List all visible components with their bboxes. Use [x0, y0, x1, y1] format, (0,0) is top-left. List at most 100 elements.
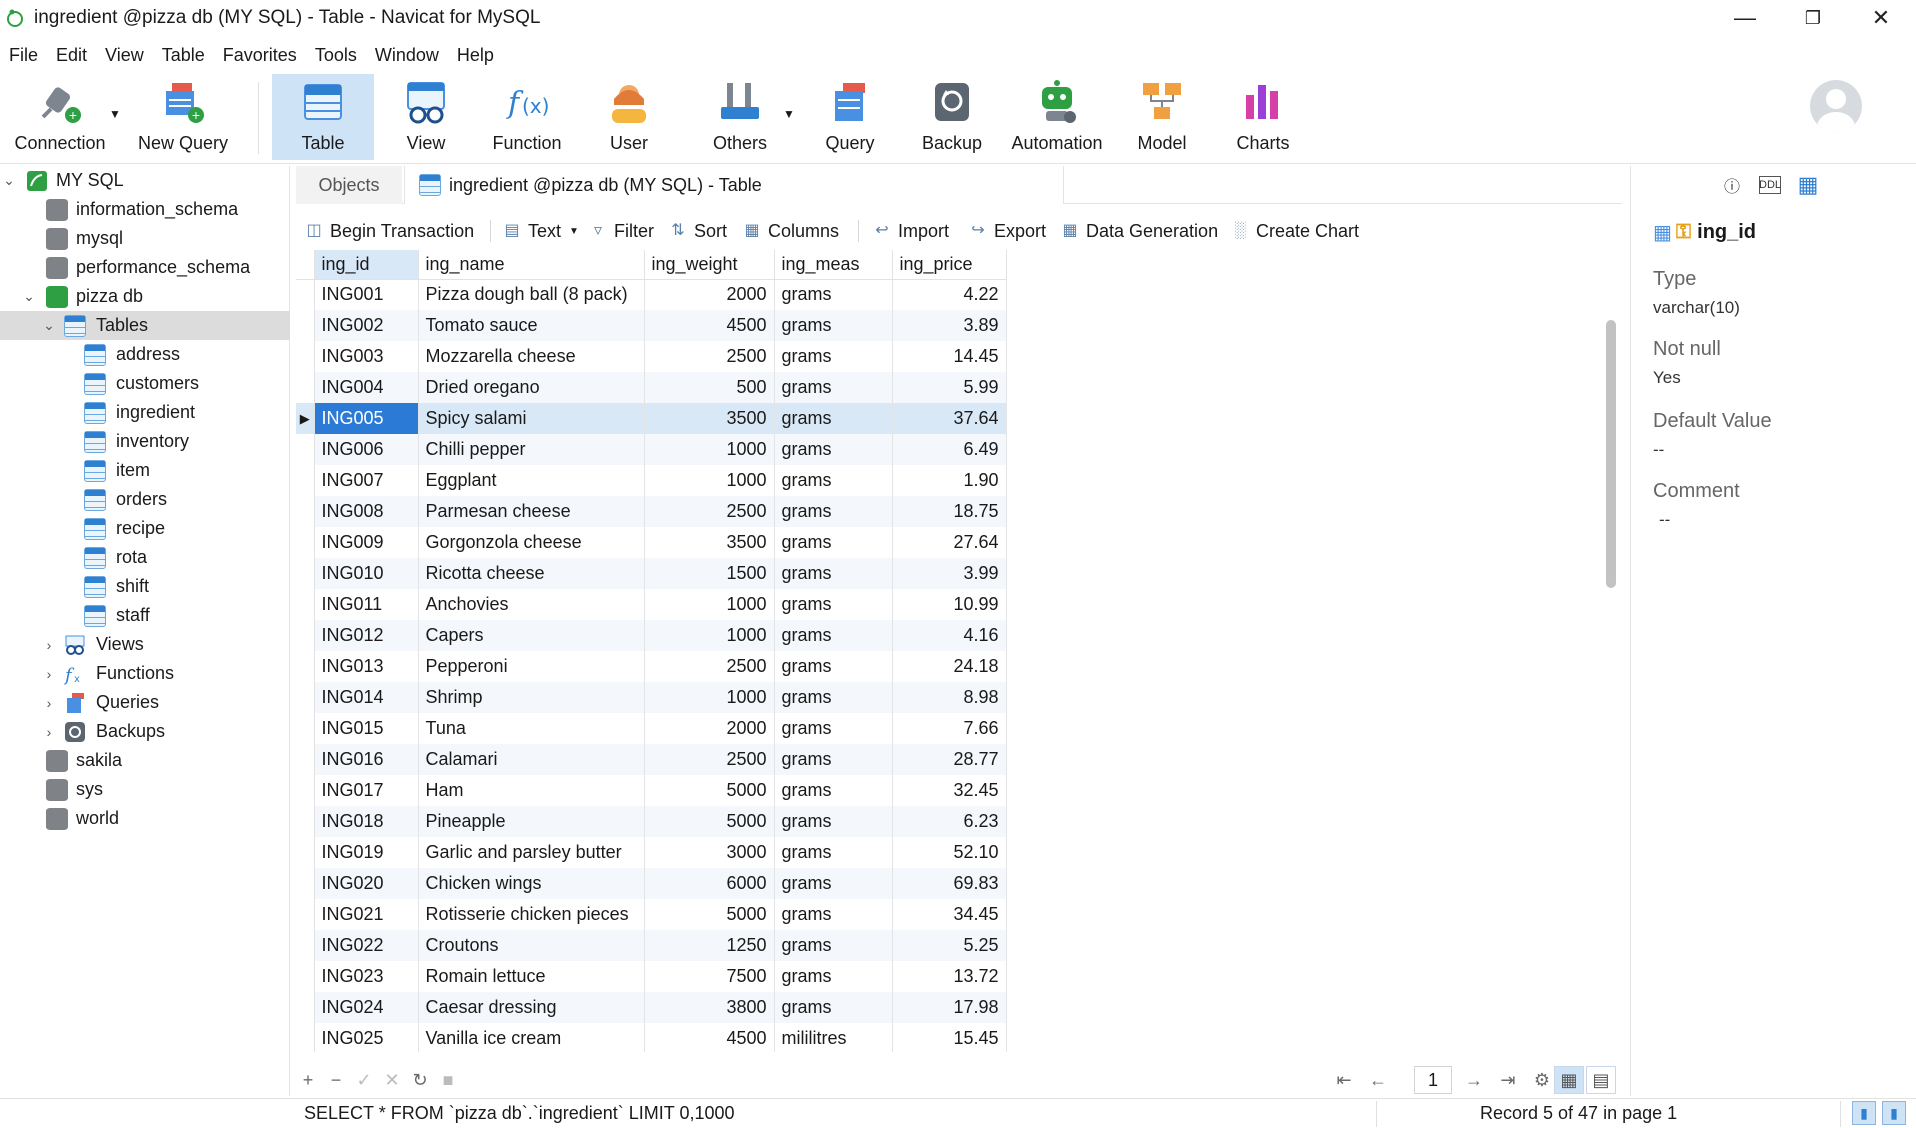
cell-ing-meas[interactable]: grams — [774, 558, 893, 589]
charts-button[interactable]: Charts — [1214, 74, 1312, 160]
table-row[interactable]: ING007 Eggplant 1000 grams 1.90 — [296, 465, 1007, 496]
cell-ing-price[interactable]: 13.72 — [892, 961, 1007, 992]
row-indicator[interactable] — [296, 744, 315, 775]
cell-ing-meas[interactable]: grams — [774, 403, 893, 434]
tree-table-recipe[interactable]: recipe — [0, 514, 290, 543]
cell-ing-meas[interactable]: grams — [774, 620, 893, 651]
cell-ing-name[interactable]: Vanilla ice cream — [418, 1023, 645, 1052]
cell-ing-meas[interactable]: grams — [774, 806, 893, 837]
cell-ing-price[interactable]: 4.22 — [892, 279, 1007, 310]
menu-view[interactable]: View — [96, 45, 153, 66]
table-row[interactable]: ING024 Caesar dressing 3800 grams 17.98 — [296, 992, 1007, 1023]
column-header-ing-name[interactable]: ing_name — [418, 250, 645, 280]
cell-ing-weight[interactable]: 3500 — [644, 403, 775, 434]
cell-ing-name[interactable]: Chilli pepper — [418, 434, 645, 465]
row-indicator[interactable] — [296, 558, 315, 589]
menu-edit[interactable]: Edit — [47, 45, 96, 66]
cell-ing-name[interactable]: Tuna — [418, 713, 645, 744]
tree-functions-folder[interactable]: › fx Functions — [0, 659, 290, 688]
query-button[interactable]: Query — [802, 74, 898, 160]
others-button[interactable]: Others — [688, 74, 792, 160]
cell-ing-name[interactable]: Rotisserie chicken pieces — [418, 899, 645, 930]
tree-db-sys[interactable]: sys — [0, 775, 290, 804]
grid-vertical-scrollbar[interactable] — [1604, 250, 1616, 1052]
row-indicator[interactable] — [296, 372, 315, 403]
tree-table-inventory[interactable]: inventory — [0, 427, 290, 456]
cell-ing-meas[interactable]: grams — [774, 279, 893, 310]
table-row[interactable]: ING015 Tuna 2000 grams 7.66 — [296, 713, 1007, 744]
tree-table-orders[interactable]: orders — [0, 485, 290, 514]
next-page-icon[interactable]: → — [1462, 1068, 1486, 1092]
table-row[interactable]: ING025 Vanilla ice cream 4500 mililitres 15.… — [296, 1023, 1007, 1052]
table-row[interactable]: ING022 Croutons 1250 grams 5.25 — [296, 930, 1007, 961]
cell-ing-id[interactable]: ING020 — [314, 868, 419, 899]
backup-button[interactable]: Backup — [904, 74, 1000, 160]
tree-table-rota[interactable]: rota — [0, 543, 290, 572]
cell-ing-price[interactable]: 69.83 — [892, 868, 1007, 899]
right-panel-toggle-icon[interactable]: ▮ — [1882, 1101, 1906, 1125]
cell-ing-price[interactable]: 34.45 — [892, 899, 1007, 930]
cell-ing-weight[interactable]: 1000 — [644, 465, 775, 496]
cell-ing-meas[interactable]: grams — [774, 341, 893, 372]
table-row[interactable]: ING002 Tomato sauce 4500 grams 3.89 — [296, 310, 1007, 341]
cell-ing-name[interactable]: Garlic and parsley butter — [418, 837, 645, 868]
row-indicator[interactable] — [296, 620, 315, 651]
user-avatar[interactable] — [1810, 80, 1862, 132]
menu-favorites[interactable]: Favorites — [214, 45, 306, 66]
column-header-ing-id[interactable]: ing_id — [314, 250, 419, 280]
cell-ing-meas[interactable]: grams — [774, 713, 893, 744]
left-panel-toggle-icon[interactable]: ▮ — [1852, 1101, 1876, 1125]
cell-ing-name[interactable]: Pizza dough ball (8 pack) — [418, 279, 645, 310]
row-indicator[interactable] — [296, 434, 315, 465]
cell-ing-meas[interactable]: grams — [774, 310, 893, 341]
table-row[interactable]: ING013 Pepperoni 2500 grams 24.18 — [296, 651, 1007, 682]
table-row[interactable]: ING011 Anchovies 1000 grams 10.99 — [296, 589, 1007, 620]
row-indicator[interactable] — [296, 775, 315, 806]
connection-dropdown[interactable]: ▼ — [106, 74, 124, 160]
cell-ing-id[interactable]: ING008 — [314, 496, 419, 527]
text-view-button[interactable]: ▤ Text ▼ — [502, 214, 578, 248]
connection-button[interactable]: + Connection — [8, 74, 112, 160]
page-number-field[interactable]: 1 — [1414, 1066, 1452, 1094]
cell-ing-id[interactable]: ING002 — [314, 310, 419, 341]
chevron-down-icon[interactable]: ⌄ — [42, 317, 56, 334]
cell-ing-price[interactable]: 6.49 — [892, 434, 1007, 465]
table-row[interactable]: ING012 Capers 1000 grams 4.16 — [296, 620, 1007, 651]
cell-ing-price[interactable]: 10.99 — [892, 589, 1007, 620]
table-row[interactable]: ING001 Pizza dough ball (8 pack) 2000 grams… — [296, 279, 1007, 310]
cell-ing-name[interactable]: Spicy salami — [418, 403, 645, 434]
chevron-right-icon[interactable]: › — [42, 637, 56, 653]
cell-ing-weight[interactable]: 2500 — [644, 744, 775, 775]
cell-ing-price[interactable]: 8.98 — [892, 682, 1007, 713]
columns-button[interactable]: ▦ Columns — [742, 214, 839, 248]
cell-ing-weight[interactable]: 6000 — [644, 868, 775, 899]
tree-views-folder[interactable]: › Views — [0, 630, 290, 659]
row-indicator[interactable] — [296, 713, 315, 744]
cell-ing-id[interactable]: ING006 — [314, 434, 419, 465]
row-indicator[interactable] — [296, 341, 315, 372]
cell-ing-meas[interactable]: grams — [774, 527, 893, 558]
cell-ing-name[interactable]: Croutons — [418, 930, 645, 961]
cell-ing-price[interactable]: 28.77 — [892, 744, 1007, 775]
row-indicator[interactable] — [296, 527, 315, 558]
table-button[interactable]: Table — [272, 74, 374, 160]
form-view-icon[interactable]: ▤ — [1586, 1066, 1616, 1094]
sort-button[interactable]: ⇅ Sort — [668, 214, 727, 248]
cell-ing-name[interactable]: Shrimp — [418, 682, 645, 713]
apply-changes-icon[interactable]: ✓ — [352, 1068, 376, 1092]
cell-ing-weight[interactable]: 1000 — [644, 620, 775, 651]
table-fields-icon[interactable]: ▦ — [1795, 172, 1821, 198]
cell-ing-meas[interactable]: mililitres — [774, 1023, 893, 1052]
row-indicator[interactable] — [296, 682, 315, 713]
tree-backups-folder[interactable]: › Backups — [0, 717, 290, 746]
tree-table-item[interactable]: item — [0, 456, 290, 485]
tree-table-customers[interactable]: customers — [0, 369, 290, 398]
cell-ing-weight[interactable]: 5000 — [644, 775, 775, 806]
cell-ing-id[interactable]: ING023 — [314, 961, 419, 992]
stop-icon[interactable]: ■ — [436, 1068, 460, 1092]
cell-ing-name[interactable]: Tomato sauce — [418, 310, 645, 341]
tab-objects[interactable]: Objects — [296, 166, 402, 204]
cell-ing-meas[interactable]: grams — [774, 496, 893, 527]
cell-ing-name[interactable]: Ham — [418, 775, 645, 806]
cell-ing-price[interactable]: 52.10 — [892, 837, 1007, 868]
